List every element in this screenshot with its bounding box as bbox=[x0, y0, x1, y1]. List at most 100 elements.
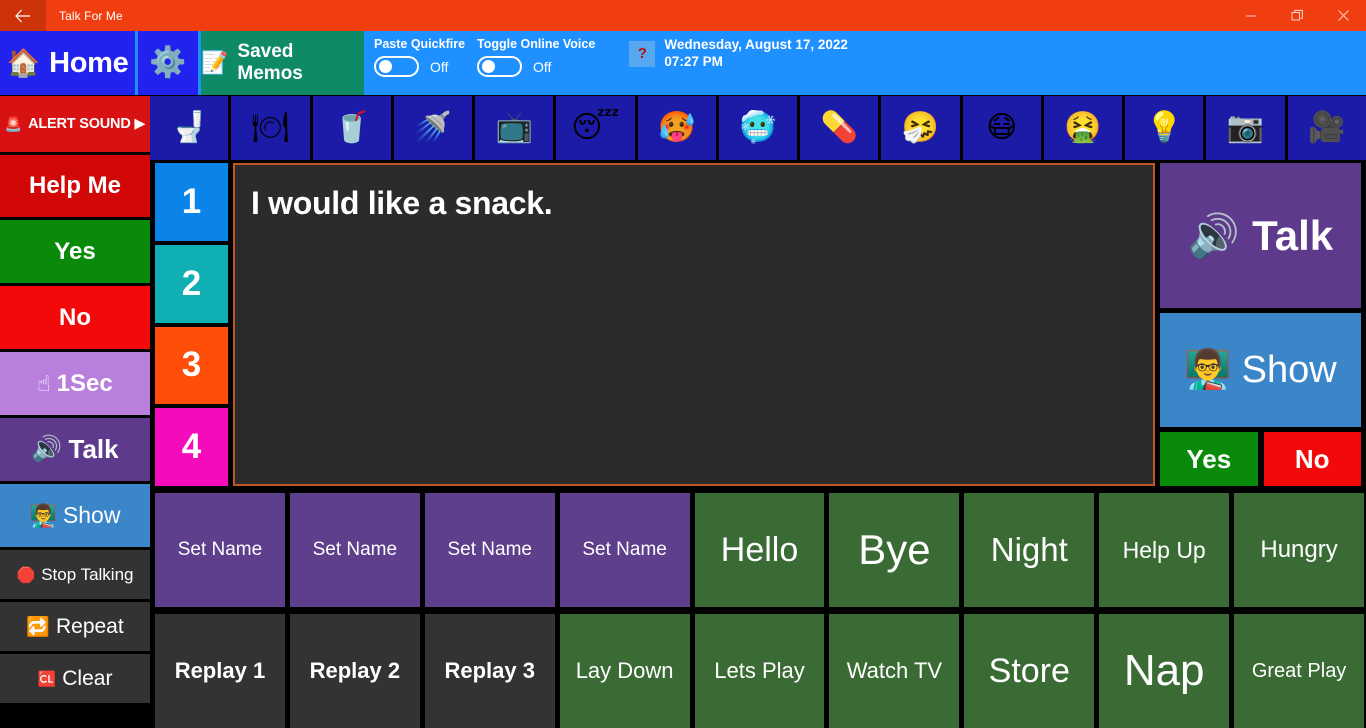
emoji-tile[interactable]: 💊 bbox=[800, 96, 879, 160]
camera-icon: 📷 bbox=[1226, 111, 1265, 144]
paste-quickfire-toggle[interactable] bbox=[374, 56, 419, 77]
paste-quickfire-row: Off bbox=[374, 56, 465, 77]
phrase-tile[interactable]: Watch TV bbox=[829, 614, 960, 728]
siren-icon: 🚨 bbox=[4, 115, 23, 132]
emoji-tile[interactable]: 🤧 bbox=[881, 96, 960, 160]
window-title: Talk For Me bbox=[59, 8, 123, 23]
online-voice-toggle[interactable] bbox=[477, 56, 523, 77]
phrase-tile[interactable]: Replay 3 bbox=[424, 614, 555, 728]
toggle-online-voice-row: Off bbox=[477, 56, 595, 77]
phrase-tile[interactable]: Replay 1 bbox=[155, 614, 285, 728]
sidebar-item-alert-sound[interactable]: 🚨 ALERT SOUND ▶ bbox=[0, 96, 150, 152]
no-button[interactable]: No bbox=[1263, 432, 1361, 486]
question-mark-icon[interactable]: ? bbox=[629, 40, 656, 67]
sidebar-item-show[interactable]: 👨‍🏫 Show bbox=[0, 484, 150, 547]
phrase-tile[interactable]: Nap bbox=[1099, 614, 1230, 728]
sidebar-item-talk[interactable]: 🔊 Talk bbox=[0, 418, 150, 481]
gear-icon: ⚙️ bbox=[149, 46, 187, 79]
sidebar-item-1sec[interactable]: ☝ 1Sec bbox=[0, 352, 150, 415]
sidebar-item-label: No bbox=[59, 303, 91, 331]
phrase-tile[interactable]: Set Name bbox=[424, 493, 555, 607]
close-icon bbox=[1337, 9, 1350, 22]
phrase-tile[interactable]: Set Name bbox=[289, 493, 420, 607]
number-tile-4[interactable]: 4 bbox=[155, 408, 228, 486]
toilet-icon: 🚽 bbox=[170, 111, 208, 144]
phrase-tile[interactable]: Set Name bbox=[155, 493, 285, 607]
emoji-tile[interactable]: 📷 bbox=[1206, 96, 1285, 160]
phrase-tile[interactable]: Lets Play bbox=[694, 614, 825, 728]
home-button-label: Home bbox=[49, 46, 129, 79]
phrase-tile[interactable]: Help Up bbox=[1099, 493, 1230, 607]
emoji-tile[interactable]: 😴 bbox=[556, 96, 635, 160]
date-time-lines: Wednesday, August 17, 2022 07:27 PM bbox=[664, 37, 848, 71]
sidebar-item-no[interactable]: No bbox=[0, 286, 150, 349]
presenter-icon: 👨‍🏫 bbox=[29, 502, 57, 528]
home-button[interactable]: 🏠 Home bbox=[0, 31, 138, 95]
phrase-tile[interactable]: Set Name bbox=[559, 493, 690, 607]
talk-button[interactable]: 🔊 Talk bbox=[1160, 163, 1361, 308]
sidebar-item-stop-talking[interactable]: 🛑 Stop Talking bbox=[0, 550, 150, 599]
pill-icon: 💊 bbox=[820, 111, 858, 144]
repeat-icon: 🔁 bbox=[26, 616, 50, 638]
paste-quickfire-state: Off bbox=[430, 58, 449, 75]
emoji-tile[interactable]: 🥤 bbox=[312, 96, 391, 160]
number-tile-2[interactable]: 2 bbox=[155, 244, 228, 323]
restore-button[interactable] bbox=[1274, 0, 1320, 31]
sidebar-item-yes[interactable]: Yes bbox=[0, 220, 150, 283]
emoji-tile[interactable]: 💡 bbox=[1125, 96, 1204, 160]
talk-button-label: Talk bbox=[1252, 211, 1334, 259]
sidebar-item-help-me[interactable]: Help Me bbox=[0, 155, 150, 217]
sidebar-item-repeat[interactable]: 🔁 Repeat bbox=[0, 602, 150, 651]
sneezing-face-icon: 🤧 bbox=[901, 111, 940, 144]
message-textarea[interactable]: I would like a snack. bbox=[233, 163, 1155, 486]
pointing-finger-icon: ☝ bbox=[37, 370, 51, 396]
house-icon: 🏠 bbox=[6, 47, 41, 78]
phrase-tile[interactable]: Night bbox=[964, 493, 1095, 607]
show-button[interactable]: 👨‍🏫 Show bbox=[1160, 313, 1361, 427]
sleeping-face-icon: 😴 bbox=[571, 111, 620, 144]
app-header: 🏠 Home ⚙️ 📝 Saved Memos Paste Quickfire … bbox=[0, 31, 1366, 95]
phrase-tile[interactable]: Replay 2 bbox=[289, 614, 420, 728]
phrase-grid: Set Name Set Name Set Name Set Name Hello Bye… bbox=[150, 486, 1366, 728]
sidebar-item-label: Talk bbox=[68, 434, 119, 464]
number-tile-3[interactable]: 3 bbox=[155, 326, 228, 405]
phrase-tile[interactable]: Hungry bbox=[1234, 493, 1365, 607]
phrase-tile[interactable]: Hello bbox=[694, 493, 825, 607]
close-button[interactable] bbox=[1320, 0, 1366, 31]
sidebar-item-clear[interactable]: 🆑 Clear bbox=[0, 654, 150, 703]
light-bulb-icon: 💡 bbox=[1145, 111, 1183, 144]
stop-octagon-icon: 🛑 bbox=[16, 566, 36, 584]
minimize-button[interactable] bbox=[1228, 0, 1274, 31]
saved-memos-button[interactable]: 📝 Saved Memos bbox=[201, 31, 364, 95]
sidebar-item-label: Yes bbox=[54, 237, 96, 265]
quick-number-column: 1234 bbox=[150, 163, 228, 486]
action-column: 🔊 Talk 👨‍🏫 Show Yes No bbox=[1160, 163, 1366, 486]
settings-button[interactable]: ⚙️ bbox=[138, 31, 201, 95]
emoji-tile[interactable]: 📺 bbox=[475, 96, 554, 160]
phrase-tile[interactable]: Store bbox=[964, 614, 1095, 728]
phrase-tile[interactable]: Great Play bbox=[1234, 614, 1365, 728]
phrase-tile[interactable]: Lay Down bbox=[559, 614, 690, 728]
current-time: 07:27 PM bbox=[664, 53, 723, 69]
emoji-tile[interactable]: 🥶 bbox=[718, 96, 798, 160]
emoji-tile[interactable]: 😷 bbox=[962, 96, 1041, 160]
phrase-tile[interactable]: Bye bbox=[829, 493, 960, 607]
emoji-tile[interactable]: 🤮 bbox=[1043, 96, 1123, 160]
emoji-tile[interactable]: 🎥 bbox=[1287, 96, 1366, 160]
toggle-knob bbox=[379, 60, 392, 73]
memo-icon: 📝 bbox=[201, 50, 229, 75]
presenter-icon: 👨‍🏫 bbox=[1184, 349, 1232, 391]
emoji-tile[interactable]: 🍽 bbox=[231, 96, 310, 160]
emoji-tile[interactable]: 🥵 bbox=[637, 96, 716, 160]
emoji-tile[interactable]: 🚽 bbox=[150, 96, 229, 160]
back-button[interactable] bbox=[0, 0, 46, 31]
shower-icon: 🚿 bbox=[414, 111, 452, 144]
paste-quickfire-group: Paste Quickfire Off bbox=[374, 37, 465, 77]
television-icon: 📺 bbox=[495, 111, 533, 144]
left-sidebar: 🚨 ALERT SOUND ▶ Help Me Yes No ☝ 1Sec 🔊 … bbox=[0, 95, 150, 728]
number-tile-1[interactable]: 1 bbox=[155, 163, 228, 241]
fork-and-knife-icon: 🍽 bbox=[251, 111, 290, 144]
yes-button[interactable]: Yes bbox=[1160, 432, 1258, 486]
app-body: 🚨 ALERT SOUND ▶ Help Me Yes No ☝ 1Sec 🔊 … bbox=[0, 95, 1366, 728]
emoji-tile[interactable]: 🚿 bbox=[393, 96, 473, 160]
